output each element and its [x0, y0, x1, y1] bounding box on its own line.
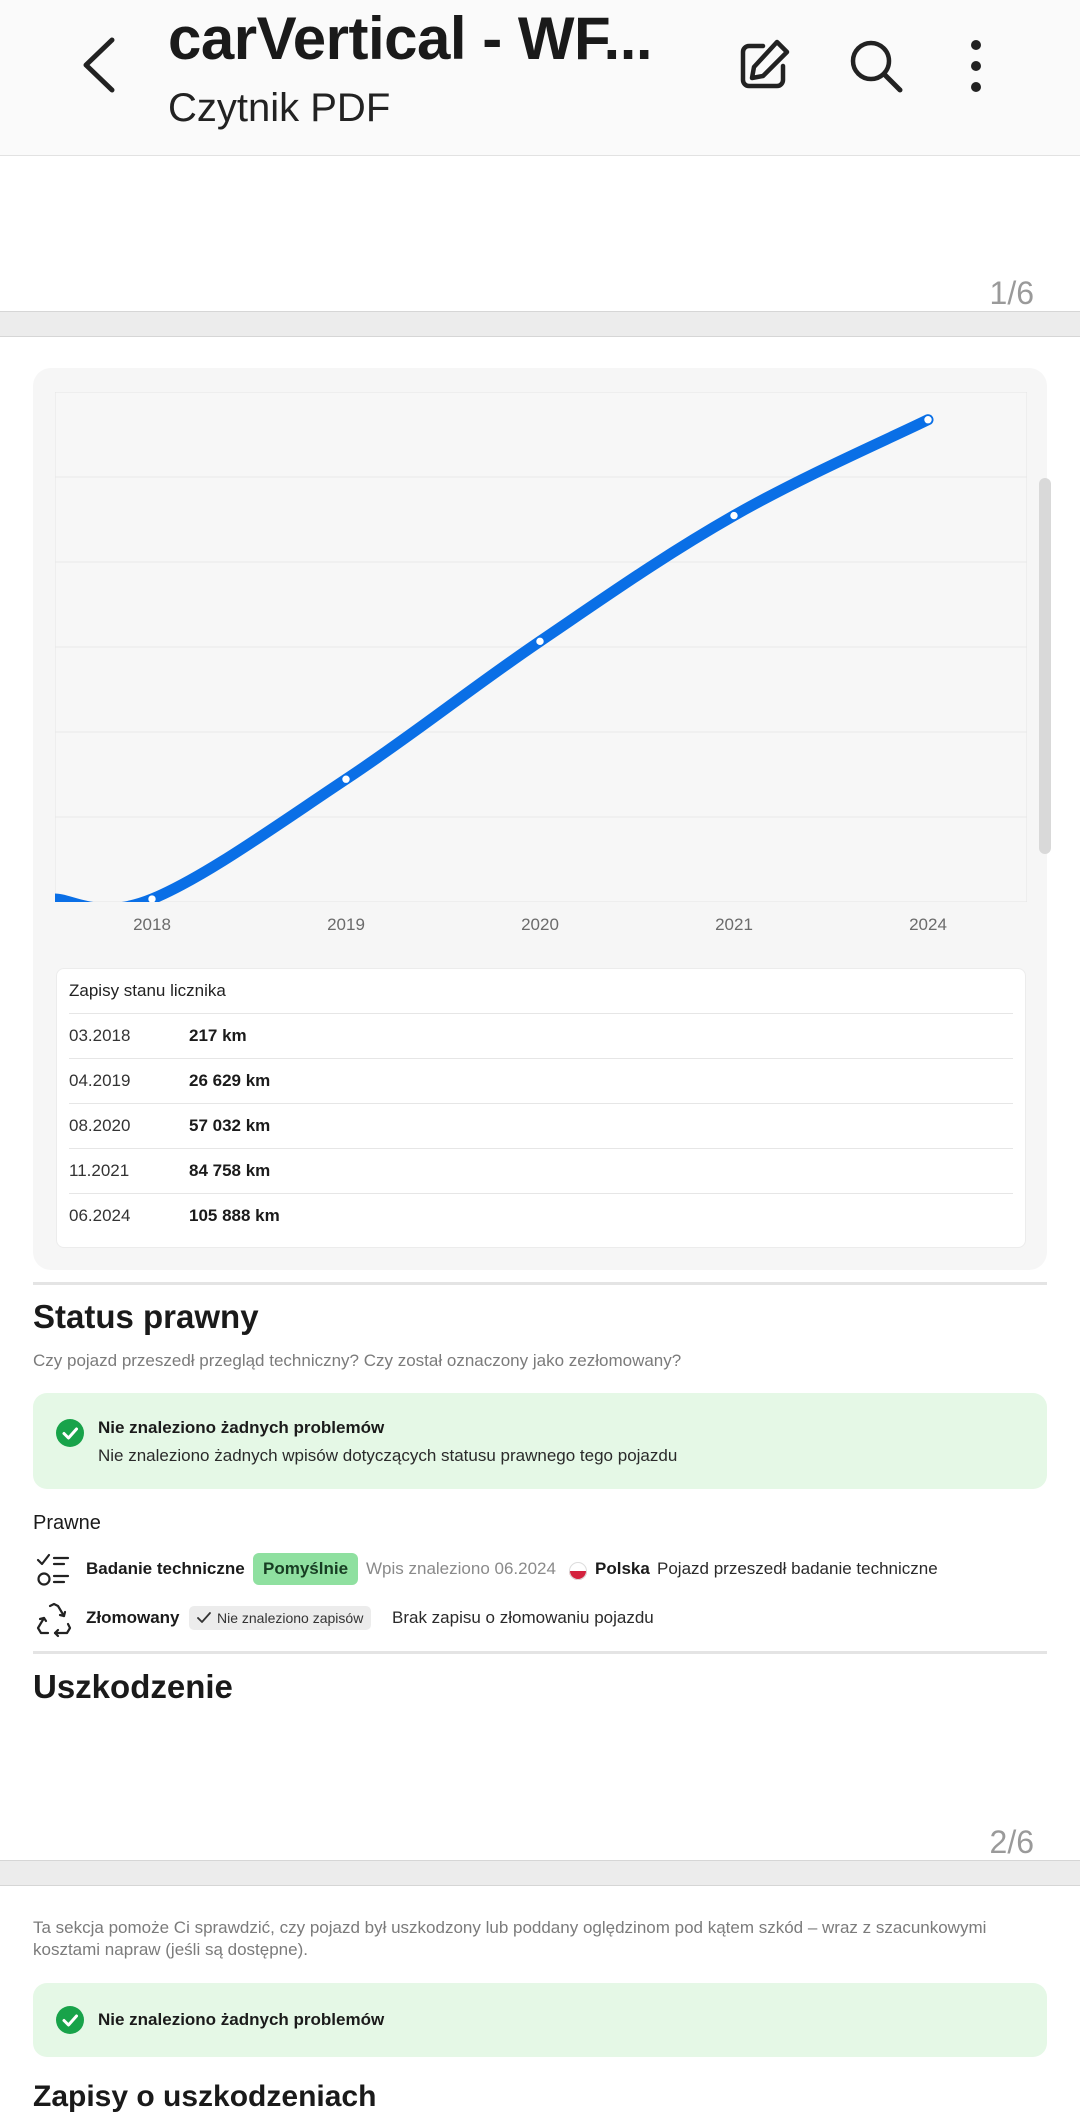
table-row: 03.2018 217 km [69, 1013, 1013, 1058]
x-tick-label: 2021 [715, 915, 753, 934]
data-point-2018 [146, 893, 158, 905]
search-icon[interactable] [846, 36, 906, 96]
table-row: 04.2019 26 629 km [69, 1058, 1013, 1103]
row-value: 57 032 km [189, 1116, 271, 1135]
app-subtitle: Czytnik PDF [168, 86, 391, 130]
x-tick-label: 2020 [521, 915, 559, 934]
row-date: 06.2024 [69, 1206, 131, 1225]
row-value: 26 629 km [189, 1071, 271, 1090]
inspection-found-date: Wpis znaleziono 06.2024 [366, 1559, 556, 1578]
table-row: 08.2020 57 032 km [69, 1103, 1013, 1148]
x-tick-label: 2024 [909, 915, 947, 934]
inspection-note: Pojazd przeszedł badanie techniczne [657, 1559, 938, 1578]
mileage-chart-svg [49, 391, 1028, 915]
mileage-chart [49, 391, 1028, 915]
scrollbar[interactable] [1039, 478, 1051, 854]
table-row: 11.2021 84 758 km [69, 1148, 1013, 1193]
row-value: 105 888 km [189, 1206, 280, 1225]
page-separator [0, 1860, 1080, 1886]
damage-ok-title: Nie znaleziono żadnych problemów [98, 2010, 385, 2029]
recycle-icon [36, 1602, 72, 1638]
app-bar: carVertical - WF... Czytnik PDF [0, 0, 1080, 156]
data-point-2019 [340, 773, 352, 785]
row-value: 217 km [189, 1026, 247, 1045]
row-date: 03.2018 [69, 1026, 131, 1045]
legal-ok-text: Nie znaleziono żadnych wpisów dotyczącyc… [98, 1446, 678, 1465]
more-options-icon[interactable] [946, 36, 1006, 96]
page-indicator: 2/6 [989, 1824, 1034, 1860]
damage-heading: Uszkodzenie [33, 1668, 233, 1705]
table-header: Zapisy stanu licznika [69, 981, 226, 1000]
legal-status-heading: Status prawny [33, 1298, 259, 1335]
row-date: 08.2020 [69, 1116, 131, 1135]
odometer-table: Zapisy stanu licznika 03.2018 217 km 04.… [56, 968, 1026, 1248]
damage-ok-box: Nie znaleziono żadnych problemów [33, 1983, 1047, 2057]
x-tick-label: 2018 [133, 915, 171, 934]
data-point-2024 [922, 414, 934, 426]
scrapped-label: Złomowany [86, 1608, 180, 1627]
edit-icon[interactable] [733, 36, 793, 96]
inspection-status-badge: Pomyślnie [253, 1553, 359, 1585]
check-circle-icon [56, 1419, 84, 1447]
poland-flag-icon [569, 1562, 587, 1580]
damage-records-heading: Zapisy o uszkodzeniach [33, 2080, 377, 2113]
legal-ok-box: Nie znaleziono żadnych problemów Nie zna… [33, 1393, 1047, 1489]
back-arrow-icon[interactable] [76, 34, 128, 96]
page-separator [0, 311, 1080, 337]
data-point-2021 [728, 510, 740, 521]
damage-description: Ta sekcja pomoże Ci sprawdzić, czy pojaz… [33, 1918, 987, 1959]
scrapped-note: Brak zapisu o złomowaniu pojazdu [392, 1608, 654, 1627]
row-date: 11.2021 [69, 1161, 130, 1180]
section-divider [33, 1282, 1047, 1285]
legal-subheading: Prawne [33, 1512, 101, 1534]
inspection-label: Badanie techniczne [86, 1559, 245, 1578]
check-circle-icon [56, 2006, 84, 2034]
data-point-2020 [534, 636, 546, 647]
section-divider [33, 1651, 1047, 1654]
row-date: 04.2019 [69, 1071, 131, 1090]
scrapped-status-badge: Nie znaleziono zapisów [189, 1606, 372, 1630]
checklist-icon [36, 1553, 70, 1586]
checkmark-icon [197, 1612, 211, 1623]
table-row: 06.2024 105 888 km [69, 1193, 1013, 1238]
x-tick-label: 2019 [327, 915, 365, 934]
legal-status-question: Czy pojazd przeszedł przegląd techniczny… [33, 1351, 682, 1370]
legal-ok-title: Nie znaleziono żadnych problemów [98, 1418, 385, 1437]
document-title: carVertical - WF... [168, 5, 653, 72]
inspection-country: Polska [595, 1559, 650, 1578]
page-indicator: 1/6 [989, 275, 1034, 311]
row-value: 84 758 km [189, 1161, 271, 1180]
scrapped-badge-text: Nie znaleziono zapisów [217, 1610, 364, 1626]
